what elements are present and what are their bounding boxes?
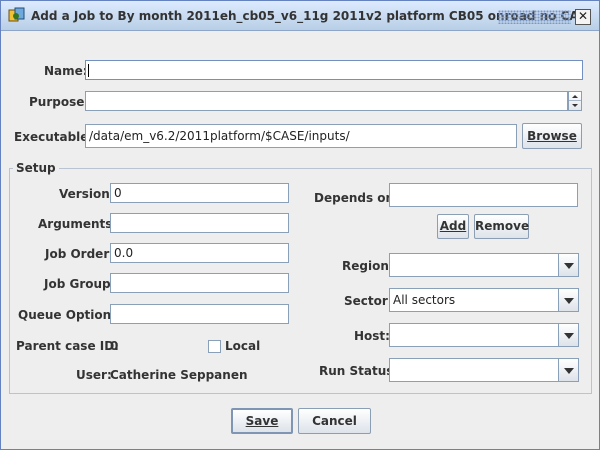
region-label: Region: bbox=[342, 259, 394, 273]
version-field[interactable]: 0 bbox=[110, 183, 289, 203]
user-value: Catherine Seppanen bbox=[110, 368, 248, 382]
executable-field[interactable]: /data/em_v6.2/2011platform/$CASE/inputs/ bbox=[85, 124, 517, 148]
parent-case-value: 0 bbox=[110, 339, 119, 353]
host-label: Host: bbox=[354, 329, 390, 343]
depends-on-field[interactable] bbox=[389, 183, 578, 207]
add-button-label: Add bbox=[439, 219, 467, 233]
local-checkbox[interactable] bbox=[208, 340, 221, 353]
purpose-field[interactable] bbox=[85, 91, 568, 111]
name-label: Name: bbox=[44, 64, 88, 78]
version-label: Version: bbox=[59, 187, 115, 201]
browse-button[interactable]: Browse bbox=[522, 123, 582, 149]
purpose-label: Purpose: bbox=[29, 95, 90, 109]
job-group-label: Job Group: bbox=[44, 277, 116, 291]
run-status-dropdown[interactable] bbox=[389, 358, 579, 382]
chevron-down-icon[interactable] bbox=[558, 324, 578, 346]
cancel-button[interactable]: Cancel bbox=[298, 408, 371, 434]
cancel-button-label: Cancel bbox=[312, 414, 357, 428]
purpose-scroll[interactable] bbox=[568, 91, 582, 111]
browse-button-label: Browse bbox=[527, 129, 577, 143]
executable-label: Executable: bbox=[14, 130, 94, 144]
arguments-field[interactable] bbox=[110, 213, 289, 233]
add-button[interactable]: Add bbox=[437, 214, 469, 239]
host-dropdown[interactable] bbox=[389, 323, 579, 347]
save-button[interactable]: Save bbox=[231, 408, 293, 434]
job-order-field[interactable]: 0.0 bbox=[110, 243, 289, 263]
arguments-label: Arguments: bbox=[38, 217, 118, 231]
text-caret bbox=[88, 64, 89, 77]
title-bar[interactable]: Add a Job to By month 2011eh_cb05_v6_11g… bbox=[1, 1, 599, 31]
job-order-label: Job Order: bbox=[45, 247, 115, 261]
sector-label: Sector: bbox=[344, 294, 393, 308]
run-status-label: Run Status: bbox=[319, 364, 399, 378]
name-field[interactable] bbox=[85, 60, 583, 80]
queue-options-field[interactable] bbox=[110, 304, 289, 324]
depends-on-label: Depends on: bbox=[314, 191, 399, 205]
window-title: Add a Job to By month 2011eh_cb05_v6_11g… bbox=[31, 9, 579, 23]
scroll-down-icon[interactable] bbox=[569, 101, 581, 110]
chevron-down-icon[interactable] bbox=[558, 254, 578, 276]
scroll-up-icon[interactable] bbox=[569, 92, 581, 101]
sector-dropdown[interactable]: All sectors bbox=[389, 288, 579, 312]
app-icon bbox=[8, 7, 25, 22]
remove-button-label: Remove bbox=[475, 219, 530, 233]
chevron-down-icon[interactable] bbox=[558, 359, 578, 381]
save-button-label: Save bbox=[245, 414, 279, 428]
remove-button[interactable]: Remove bbox=[474, 214, 529, 239]
close-icon[interactable]: ✕ bbox=[575, 9, 591, 25]
chevron-down-icon[interactable] bbox=[558, 289, 578, 311]
job-group-field[interactable] bbox=[110, 273, 289, 293]
queue-options-label: Queue Options: bbox=[18, 308, 124, 322]
setup-group-title: Setup bbox=[13, 161, 59, 175]
title-grip bbox=[498, 10, 571, 24]
add-job-dialog: Add a Job to By month 2011eh_cb05_v6_11g… bbox=[0, 0, 600, 450]
user-label: User: bbox=[76, 368, 112, 382]
local-label[interactable]: Local bbox=[225, 339, 260, 353]
parent-case-label: Parent case ID: bbox=[16, 339, 119, 353]
region-dropdown[interactable] bbox=[389, 253, 579, 277]
